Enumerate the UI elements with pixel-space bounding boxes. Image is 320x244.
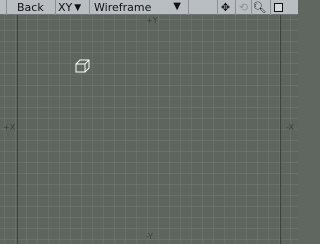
render-mode-dropdown[interactable]: Wireframe ▼ bbox=[89, 0, 187, 15]
move-icon: ✥ bbox=[220, 1, 231, 14]
viewport-toolbar: Back XY ▼ Wireframe ▼ ✥ ⟲ 🔍︎ bbox=[0, 0, 298, 15]
rotate-icon: ⟲ bbox=[238, 1, 249, 14]
move-view-button[interactable]: ✥ bbox=[217, 0, 233, 15]
viewport-grid[interactable] bbox=[0, 15, 298, 244]
axis-marker-bottom: -Y bbox=[146, 232, 153, 241]
view-direction-label: Back bbox=[17, 1, 44, 14]
axis-marker-left: +X bbox=[3, 123, 16, 132]
chevron-down-icon: ▼ bbox=[74, 2, 82, 13]
zoom-view-button[interactable]: 🔍︎ bbox=[251, 0, 267, 15]
render-mode-label: Wireframe bbox=[94, 1, 152, 14]
rotate-view-button[interactable]: ⟲ bbox=[235, 0, 251, 15]
axis-dropdown[interactable]: XY ▼ bbox=[56, 0, 88, 15]
axis-marker-right: -X bbox=[286, 123, 294, 132]
view-direction-button[interactable]: Back bbox=[6, 0, 56, 15]
toolbar-spacer bbox=[188, 0, 217, 15]
maximize-view-button[interactable] bbox=[270, 0, 286, 15]
zoom-icon: 🔍︎ bbox=[252, 1, 267, 14]
maximize-icon bbox=[274, 3, 283, 12]
chevron-down-icon: ▼ bbox=[173, 1, 181, 12]
axis-marker-top: +Y bbox=[146, 16, 158, 25]
cube-icon[interactable] bbox=[75, 59, 91, 73]
axis-label: XY bbox=[58, 1, 73, 14]
modeler-viewport-window: Back XY ▼ Wireframe ▼ ✥ ⟲ 🔍︎ +Y +X -X -Y bbox=[0, 0, 298, 244]
